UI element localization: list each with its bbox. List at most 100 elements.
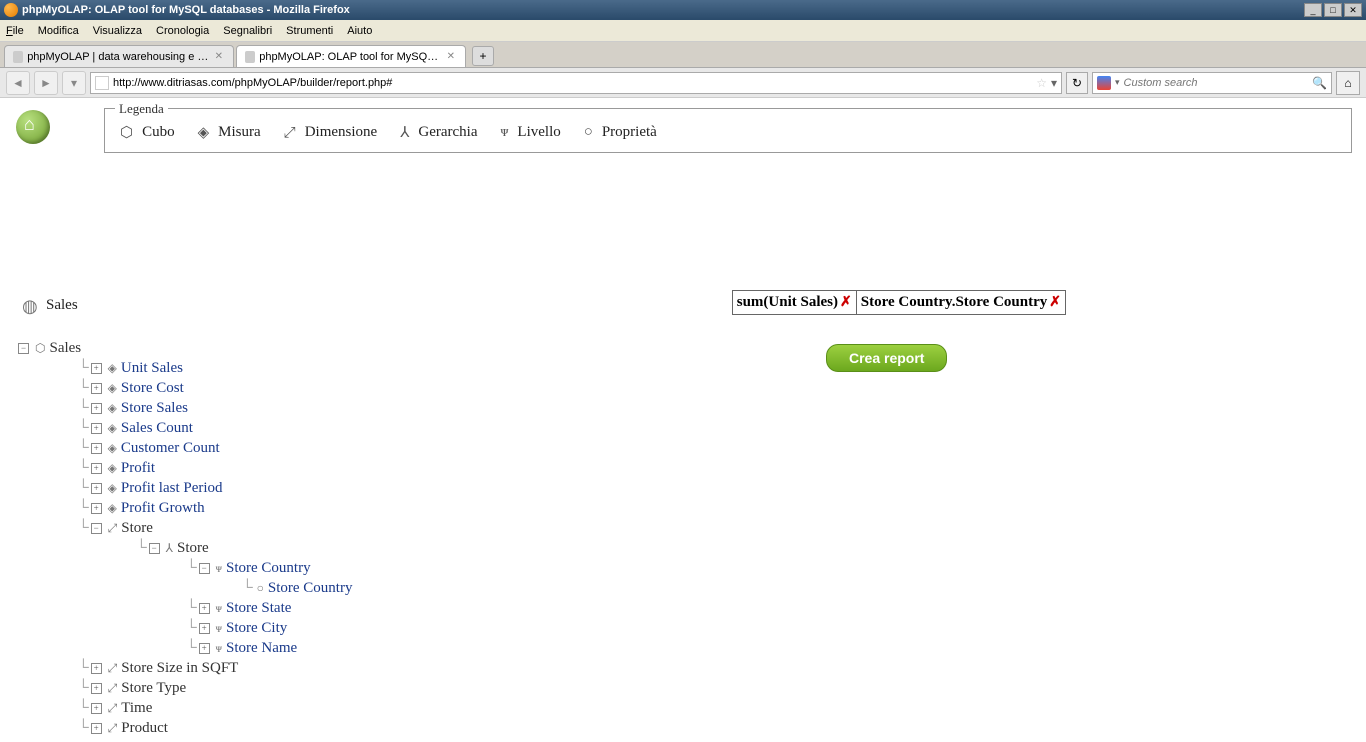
tree-measure[interactable]: └+◈Customer Count [18,438,352,458]
legend-cubo: Cubo [142,124,175,141]
favicon-icon [13,51,23,63]
reload-button[interactable]: ↻ [1066,72,1088,94]
expand-icon[interactable]: + [91,423,102,434]
tree-level[interactable]: └+ᴪStore City [18,618,352,638]
home-button[interactable]: ⌂ [1336,71,1360,95]
level-icon: ᴪ [216,561,222,576]
menu-view[interactable]: Visualizza [93,25,142,37]
tree-label[interactable]: Store State [226,600,291,617]
expand-icon[interactable]: + [91,503,102,514]
collapse-icon[interactable]: − [199,563,210,574]
expand-icon[interactable]: + [199,623,210,634]
google-icon [1097,76,1111,90]
new-tab-button[interactable]: + [472,46,494,66]
menu-history[interactable]: Cronologia [156,25,209,37]
expand-icon[interactable]: + [199,643,210,654]
tree-label[interactable]: Store City [226,620,287,637]
tree-label[interactable]: Store Cost [121,380,184,397]
url-dropdown-icon[interactable]: ▾ [1051,76,1057,90]
tree-label[interactable]: Store Country [268,580,353,597]
expand-icon[interactable]: + [199,603,210,614]
dimension-icon: ⤢ [108,661,118,676]
tree-hierarchy[interactable]: └−⅄Store [18,538,352,558]
tree-label: Store Size in SQFT [121,660,238,677]
search-input[interactable] [1124,77,1309,89]
collapse-icon[interactable]: − [149,543,160,554]
level-icon: ᴪ [216,601,222,616]
menu-bookmarks[interactable]: Segnalibri [223,25,272,37]
cube-icon: ⬡ [120,123,133,142]
legend-misura: Misura [218,124,261,141]
tree-label[interactable]: Profit last Period [121,480,223,497]
expand-icon[interactable]: + [91,663,102,674]
menu-edit[interactable]: Modifica [38,25,79,37]
close-button[interactable]: ✕ [1344,3,1362,17]
remove-dimension-icon[interactable]: ✗ [1049,294,1061,311]
tab-close-icon[interactable]: ✕ [213,51,225,62]
expand-icon[interactable]: + [91,443,102,454]
history-button[interactable]: ▾ [62,71,86,95]
tree-property[interactable]: └○Store Country [18,578,352,598]
create-report-button[interactable]: Crea report [826,344,947,372]
tree-dimension[interactable]: └+⤢Product [18,718,352,738]
tree-label[interactable]: Store Sales [121,400,188,417]
tree-level[interactable]: └−ᴪStore Country [18,558,352,578]
remove-measure-icon[interactable]: ✗ [840,294,852,311]
browser-tab-1[interactable]: phpMyOLAP | data warehousing e analisi .… [4,45,234,67]
menu-tools[interactable]: Strumenti [286,25,333,37]
expand-icon[interactable]: + [91,363,102,374]
menu-help[interactable]: Aiuto [347,25,372,37]
expand-icon[interactable]: + [91,723,102,734]
expand-icon[interactable]: + [91,383,102,394]
minimize-button[interactable]: _ [1304,3,1322,17]
expand-icon[interactable]: + [91,683,102,694]
bookmark-star-icon[interactable]: ☆ [1036,76,1047,90]
menu-file[interactable]: File [6,25,24,37]
legend-dimensione: Dimensione [305,124,378,141]
tree-measure[interactable]: └+◈Profit last Period [18,478,352,498]
tree-dimension[interactable]: └−⤢Store [18,518,352,538]
forward-button[interactable]: ► [34,71,58,95]
tree-measure[interactable]: └+◈Profit Growth [18,498,352,518]
tree-label[interactable]: Profit [121,460,155,477]
url-input[interactable] [113,77,1032,89]
url-bar[interactable]: ☆ ▾ [90,72,1062,94]
tree-label[interactable]: Store Name [226,640,297,657]
expand-icon[interactable]: + [91,703,102,714]
cube-icon [22,296,40,314]
page-icon [95,76,109,90]
tree-root[interactable]: − ⬡ Sales [18,338,352,358]
selected-measure: sum(Unit Sales) ✗ [732,290,857,315]
hierarchy-icon: ⅄ [400,123,409,142]
maximize-button[interactable]: □ [1324,3,1342,17]
search-dropdown-icon[interactable]: ▾ [1115,77,1120,88]
browser-tab-2[interactable]: phpMyOLAP: OLAP tool for MySQL datab... … [236,45,466,67]
tree-measure[interactable]: └+◈Store Cost [18,378,352,398]
search-submit-icon[interactable]: 🔍 [1312,76,1327,90]
back-button[interactable]: ◄ [6,71,30,95]
tree-measure[interactable]: └+◈Unit Sales [18,358,352,378]
tree-dimension[interactable]: └+⤢Store Type [18,678,352,698]
tree-label[interactable]: Customer Count [121,440,220,457]
expand-icon[interactable]: + [91,403,102,414]
expand-icon[interactable]: + [91,483,102,494]
search-box[interactable]: ▾ 🔍 [1092,72,1332,94]
tree-label[interactable]: Store Country [226,560,311,577]
app-home-button[interactable] [16,110,50,144]
tree-measure[interactable]: └+◈Sales Count [18,418,352,438]
tree-label[interactable]: Sales Count [121,420,193,437]
tree-level[interactable]: └+ᴪStore Name [18,638,352,658]
collapse-icon[interactable]: − [18,343,29,354]
tree-dimension[interactable]: └+⤢Store Size in SQFT [18,658,352,678]
expand-icon[interactable]: + [91,463,102,474]
collapse-icon[interactable]: − [91,523,102,534]
tree-label[interactable]: Unit Sales [121,360,183,377]
tree-label: Store [177,540,209,557]
tree-level[interactable]: └+ᴪStore State [18,598,352,618]
tree-label[interactable]: Profit Growth [121,500,205,517]
tree-measure[interactable]: └+◈Profit [18,458,352,478]
tree-dimension[interactable]: └+⤢Time [18,698,352,718]
selection-box: sum(Unit Sales) ✗ Store Country.Store Co… [732,290,1066,315]
tab-close-icon[interactable]: ✕ [445,51,457,62]
tree-measure[interactable]: └+◈Store Sales [18,398,352,418]
